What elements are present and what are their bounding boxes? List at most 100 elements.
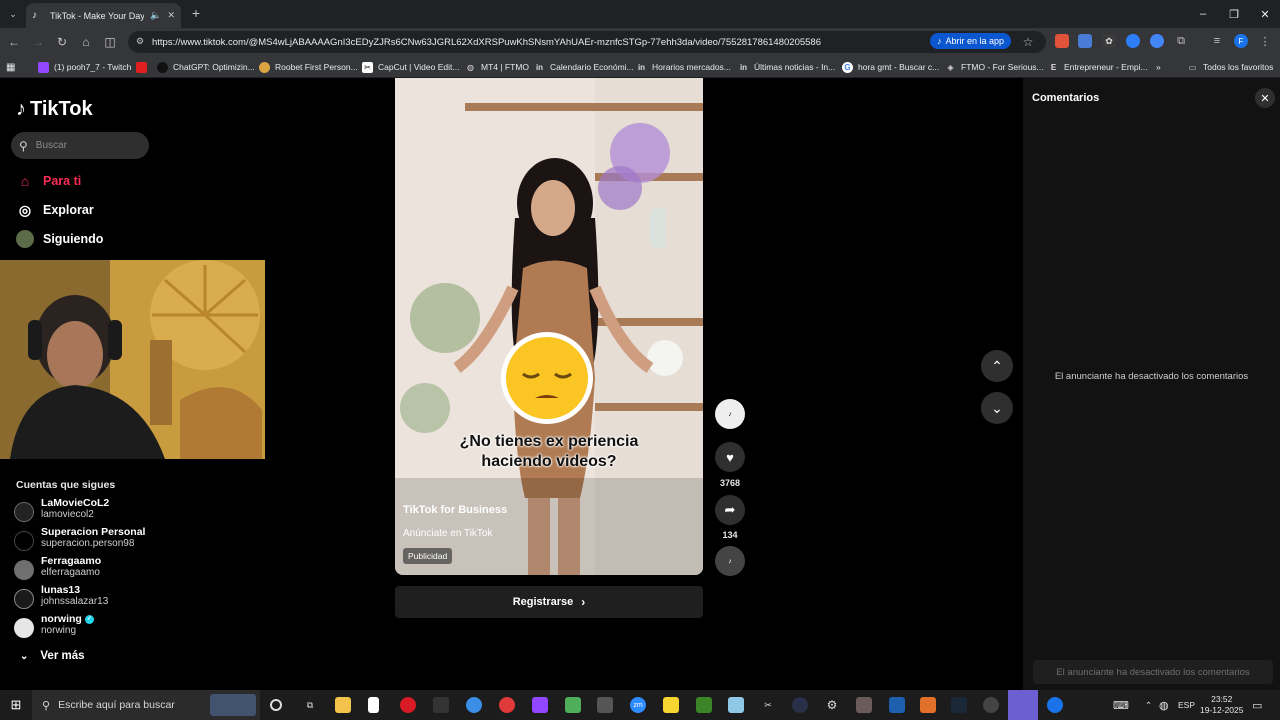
forward-icon[interactable]: → bbox=[30, 34, 46, 50]
extension-5-icon[interactable] bbox=[1150, 34, 1164, 48]
discord-taskbar-icon[interactable] bbox=[1008, 690, 1038, 720]
restore-icon[interactable]: ❐ bbox=[1217, 0, 1251, 28]
app-icon[interactable] bbox=[792, 697, 808, 713]
bookmark-item[interactable]: ◍ MT4 | FTMO bbox=[465, 60, 529, 74]
apps-grid-icon[interactable]: ▦ bbox=[6, 60, 15, 74]
cortana-icon[interactable] bbox=[270, 699, 282, 711]
bookmark-item[interactable]: Ghora gmt - Buscar c... bbox=[842, 60, 939, 74]
extension-4-icon[interactable] bbox=[1126, 34, 1140, 48]
app-icon[interactable] bbox=[983, 697, 999, 713]
extensions-puzzle-icon[interactable]: ⧉ bbox=[1174, 34, 1188, 48]
extension-1-icon[interactable] bbox=[1055, 34, 1069, 48]
open-in-app-button[interactable]: ♪ Abrir en la app bbox=[930, 33, 1012, 49]
google-icon: G bbox=[842, 61, 853, 73]
steam-icon[interactable] bbox=[951, 697, 967, 713]
chrome-icon[interactable] bbox=[1047, 697, 1063, 713]
extension-3-icon[interactable]: ✿ bbox=[1102, 34, 1116, 48]
minecraft-icon[interactable] bbox=[696, 697, 712, 713]
twitch-icon bbox=[38, 61, 49, 73]
creator-avatar[interactable]: ♪ bbox=[715, 399, 745, 429]
bookmark-item[interactable]: ◈ FTMO - For Serious... bbox=[945, 60, 1043, 74]
all-bookmarks[interactable]: ▭ Todos los favoritos bbox=[1187, 60, 1274, 74]
video-caption-line1: ¿No tienes ex periencia bbox=[459, 433, 639, 450]
calculator-icon[interactable] bbox=[597, 697, 613, 713]
music-disc[interactable]: ♪ bbox=[715, 546, 745, 576]
app-icon[interactable] bbox=[889, 697, 905, 713]
back-icon[interactable]: ← bbox=[6, 34, 22, 50]
video-author[interactable]: TikTok for Business bbox=[403, 504, 507, 516]
twitch-icon[interactable] bbox=[532, 697, 548, 713]
app-icon[interactable] bbox=[856, 697, 872, 713]
followed-account[interactable]: Superacion Personal superacion.person98 bbox=[14, 526, 154, 552]
bookmark-item[interactable]: in Horarios mercados... bbox=[636, 60, 731, 74]
see-more-button[interactable]: ⌄ Ver más bbox=[20, 650, 85, 662]
copilot-icon[interactable] bbox=[466, 697, 482, 713]
site-info-icon[interactable]: ⚙ bbox=[136, 36, 144, 47]
tiktok-logo[interactable]: ♪ TikTok bbox=[16, 98, 93, 121]
speaker-icon[interactable]: 🔈 bbox=[150, 10, 161, 21]
window-close-icon[interactable]: ✕ bbox=[1248, 0, 1280, 28]
file-explorer-icon[interactable] bbox=[335, 697, 351, 713]
taskbar-search[interactable]: ⚲ Escribe aquí para buscar bbox=[32, 690, 260, 720]
nav-for-you[interactable]: ⌂ Para ti bbox=[16, 171, 81, 191]
next-video-button[interactable]: ⌄ bbox=[981, 392, 1013, 424]
keyboard-icon[interactable]: ⌨ bbox=[1113, 690, 1129, 720]
bookmark-item[interactable] bbox=[136, 60, 152, 74]
bookmark-item[interactable]: ChatGPT: Optimizin... bbox=[157, 60, 255, 74]
followed-account[interactable]: norwing ✓ norwing bbox=[14, 613, 154, 639]
app-icon[interactable] bbox=[499, 697, 515, 713]
followed-account[interactable]: lunas13 johnssalazar13 bbox=[14, 584, 154, 610]
bookmark-item[interactable]: in Últimas noticias - In... bbox=[738, 60, 835, 74]
bookmark-item[interactable]: ✂ CapCut | Video Edit... bbox=[362, 60, 459, 74]
browser-menu-icon[interactable]: ⋮ bbox=[1258, 34, 1272, 48]
nav-explore[interactable]: ◎ Explorar bbox=[16, 200, 94, 220]
video-player[interactable]: ¿No tienes ex periencia haciendo videos?… bbox=[395, 78, 703, 575]
app-icon[interactable] bbox=[728, 697, 744, 713]
profile-avatar-icon[interactable]: F bbox=[1234, 34, 1248, 48]
bookmark-item[interactable]: in Calendario Económi... bbox=[534, 60, 634, 74]
split-view-icon[interactable]: ◫ bbox=[102, 34, 118, 50]
new-tab-icon[interactable]: + bbox=[188, 5, 204, 21]
close-comments-button[interactable]: ✕ bbox=[1255, 88, 1275, 108]
sticky-notes-icon[interactable] bbox=[663, 697, 679, 713]
bookmark-item[interactable]: (1) pooh7_7 - Twitch bbox=[38, 60, 131, 74]
network-icon[interactable]: ◍ bbox=[1159, 690, 1169, 720]
like-button[interactable]: ♥ bbox=[715, 442, 745, 472]
bookmark-item[interactable]: E Entrepreneur - Empi... bbox=[1048, 60, 1148, 74]
zoom-icon[interactable]: zm bbox=[630, 697, 646, 713]
tab-close-icon[interactable]: ✕ bbox=[167, 10, 175, 21]
bookmark-item[interactable]: Roobet First Person... bbox=[259, 60, 358, 74]
notepad-icon[interactable] bbox=[368, 697, 379, 713]
share-button[interactable]: ➦ bbox=[715, 495, 745, 525]
logo-text: TikTok bbox=[30, 98, 93, 120]
opera-icon[interactable] bbox=[400, 697, 416, 713]
clock[interactable]: 23:52 19-12-2025 bbox=[1200, 690, 1243, 720]
search-input[interactable]: ⚲ Buscar bbox=[11, 132, 149, 159]
followed-account[interactable]: LaMovieCoL2 lamoviecol2 bbox=[14, 497, 154, 523]
settings-gear-icon[interactable]: ⚙ bbox=[824, 697, 840, 713]
capcut-icon[interactable]: ✂ bbox=[760, 697, 776, 713]
windows-start-icon[interactable]: ⊞ bbox=[8, 697, 24, 713]
notifications-icon[interactable]: ▭ bbox=[1252, 690, 1262, 720]
bookmark-star-icon[interactable]: ☆ bbox=[1020, 34, 1036, 50]
register-button[interactable]: Registrarse › bbox=[395, 586, 703, 618]
media-controls-icon[interactable]: ≡ bbox=[1210, 34, 1224, 48]
followed-account[interactable]: Ferragaamo elferragaamo bbox=[14, 555, 154, 581]
translate-extension-icon[interactable] bbox=[1078, 34, 1092, 48]
task-view-icon[interactable]: ⧉ bbox=[302, 697, 318, 713]
youtube-icon bbox=[136, 61, 147, 73]
app-icon[interactable] bbox=[920, 697, 936, 713]
home-icon[interactable]: ⌂ bbox=[78, 34, 94, 50]
app-icon[interactable] bbox=[565, 697, 581, 713]
reload-icon[interactable]: ↻ bbox=[54, 34, 70, 50]
more-bookmarks-icon[interactable]: » bbox=[1156, 60, 1161, 74]
browser-tab[interactable]: ♪ TikTok - Make Your Day 🔈 ✕ bbox=[26, 3, 181, 28]
minimize-icon[interactable]: – bbox=[1186, 0, 1220, 28]
app-icon[interactable] bbox=[433, 697, 449, 713]
language-indicator[interactable]: ESP bbox=[1178, 690, 1195, 720]
previous-video-button[interactable]: ⌃ bbox=[981, 350, 1013, 382]
address-bar[interactable]: ⚙ https://www.tiktok.com/@MS4wLjABAAAAGn… bbox=[128, 31, 1046, 53]
tab-search-icon[interactable]: ⌄ bbox=[6, 7, 20, 21]
nav-following[interactable]: Siguiendo bbox=[16, 229, 103, 249]
tray-chevron-icon[interactable]: ⌃ bbox=[1145, 690, 1152, 720]
